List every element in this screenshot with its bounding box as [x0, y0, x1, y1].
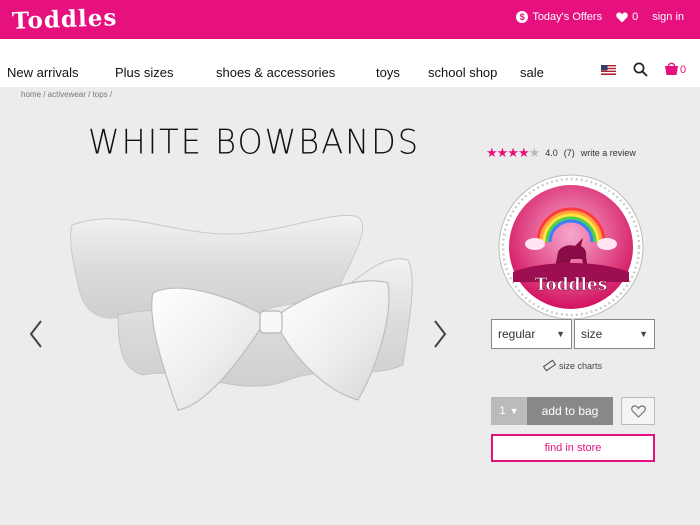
- size-select-placeholder: size: [581, 327, 603, 341]
- write-review-link[interactable]: write a review: [581, 148, 636, 158]
- next-image-arrow-icon[interactable]: [432, 318, 448, 350]
- rating-value: 4.0: [545, 148, 558, 158]
- quantity-select[interactable]: 1 ▼: [491, 397, 527, 425]
- wishlist-link[interactable]: 0: [616, 11, 638, 23]
- todays-offers-link[interactable]: $ Today's Offers: [516, 11, 602, 23]
- nav-item-sale[interactable]: sale: [520, 65, 544, 80]
- nav-item-toys[interactable]: toys: [376, 65, 400, 80]
- product-image: [70, 214, 413, 411]
- heart-icon: [616, 12, 628, 22]
- add-to-wishlist-button[interactable]: [621, 397, 655, 425]
- breadcrumb[interactable]: home / activewear / tops /: [21, 90, 112, 99]
- chevron-down-icon: ▼: [556, 329, 565, 339]
- nav-item-school-shop[interactable]: school shop: [428, 65, 497, 80]
- chevron-down-icon: ▼: [509, 406, 519, 416]
- top-links: $ Today's Offers 0 sign in: [516, 11, 684, 23]
- add-to-bag-button[interactable]: add to bag: [527, 397, 613, 425]
- cart-button[interactable]: 0: [664, 62, 686, 76]
- size-select[interactable]: size ▼: [574, 319, 655, 349]
- dollar-coin-icon: $: [516, 11, 529, 23]
- review-count: (7): [563, 148, 575, 158]
- fit-select-value: regular: [498, 327, 536, 341]
- find-in-store-button[interactable]: find in store: [491, 434, 655, 462]
- nav-item-new-arrivals[interactable]: New arrivals: [7, 65, 79, 80]
- chevron-down-icon: ▼: [639, 329, 648, 339]
- badge-text: Toddles: [535, 275, 608, 295]
- product-title: WHITE BOWBANDS: [88, 122, 421, 162]
- search-icon[interactable]: [633, 62, 648, 77]
- toddles-badge-logo: Toddles: [498, 174, 644, 320]
- rating-stars: ★★★★★: [486, 145, 540, 160]
- nav-item-plus-sizes[interactable]: Plus sizes: [115, 65, 174, 80]
- todays-offers-label: Today's Offers: [532, 11, 603, 23]
- cart-count: 0: [680, 64, 687, 76]
- product-rating: ★★★★★ 4.0 (7) write a review: [486, 145, 636, 161]
- quantity-value: 1: [499, 405, 506, 417]
- top-bar: Toddles $ Today's Offers 0 sign in: [0, 0, 700, 39]
- wishlist-count: 0: [632, 11, 639, 23]
- sign-in-link[interactable]: sign in: [652, 11, 684, 23]
- previous-image-arrow-icon[interactable]: [28, 318, 44, 350]
- fit-select[interactable]: regular ▼: [491, 319, 572, 349]
- heart-outline-icon: [630, 404, 646, 418]
- size-charts-label: size charts: [559, 360, 603, 371]
- brand-logo[interactable]: Toddles: [12, 4, 118, 35]
- nav-item-shoes-accessories[interactable]: shoes & accessories: [216, 65, 335, 80]
- shopping-bag-icon: [665, 62, 678, 75]
- us-flag-icon[interactable]: [601, 65, 616, 75]
- main-nav: New arrivals Plus sizes shoes & accessor…: [0, 39, 700, 87]
- size-charts-link[interactable]: size charts: [543, 359, 602, 372]
- ruler-icon: [543, 359, 556, 372]
